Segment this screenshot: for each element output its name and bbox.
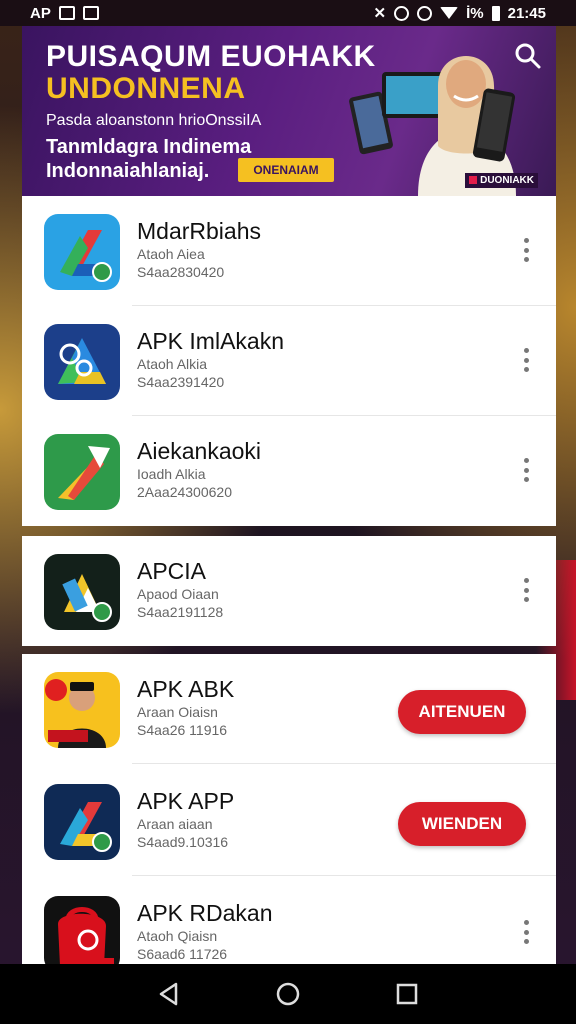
list-item[interactable]: APK APP Araan aiaan S4aad9.10316 WIENDEN — [22, 766, 556, 876]
battery-percent: İ% — [466, 4, 484, 22]
list-item[interactable]: Aiekankaoki Ioadh Alkia 2Aaa24300620 — [22, 416, 556, 526]
app-developer: Araan aiaan — [137, 816, 213, 832]
more-options-icon[interactable] — [520, 578, 532, 602]
navy-drive-icon — [44, 324, 120, 400]
wifi-icon — [440, 7, 459, 19]
app-list-card: MdarRbiahs Ataoh Aiea S4aa2830420 APK Im… — [22, 196, 556, 526]
promo-banner[interactable]: PUISAQUM EUOHAKK UNDONNENA Pasda aloanst… — [22, 26, 556, 196]
search-icon[interactable] — [514, 42, 542, 70]
app-size: S4aa2391420 — [137, 374, 225, 390]
black-drive-icon — [44, 554, 120, 630]
status-left-text: AP — [30, 4, 51, 22]
banner-subtitle: Pasda aloanstonn hrioOnssiIA — [46, 112, 262, 129]
system-nav-bar — [0, 964, 576, 1024]
divider — [132, 875, 556, 876]
app-name: MdarRbiahs — [137, 218, 261, 244]
install-button[interactable]: WIENDEN — [398, 802, 526, 846]
image-notification-icon — [58, 6, 75, 20]
green-drive-icon — [44, 434, 120, 510]
app-list-card: APK ABK Araan Oiaisn S4aa26 11916 AITENU… — [22, 654, 556, 972]
app-name: APK RDakan — [137, 900, 273, 926]
app-size: 2Aaa24300620 — [137, 484, 232, 500]
app-developer: Apaod Oiaan — [137, 586, 219, 602]
app-list-card: APCIA Apaod Oiaan S4aa2191128 — [22, 536, 556, 646]
home-icon[interactable] — [275, 981, 301, 1007]
app-size: S4aa2191128 — [137, 604, 224, 620]
red-bag-icon — [44, 896, 120, 972]
app-developer: Ataoh Alkia — [137, 356, 208, 372]
more-options-icon[interactable] — [520, 238, 532, 262]
list-item[interactable]: APK ImlAkakn Ataoh Alkia S4aa2391420 — [22, 306, 556, 416]
list-item[interactable]: APCIA Apaod Oiaan S4aa2191128 — [22, 536, 556, 646]
person-promo-icon — [44, 672, 120, 748]
battery-icon — [491, 5, 500, 21]
banner-tagline-secondary: Indonnaiahlaniaj. — [46, 160, 210, 182]
app-size: S4aa2830420 — [137, 264, 225, 280]
clock: 21:45 — [507, 4, 546, 22]
app-developer: Ioadh Alkia — [137, 466, 206, 482]
banner-badge-text: DUONIAKK — [480, 175, 534, 186]
app-name: Aiekankaoki — [137, 438, 262, 464]
more-options-icon[interactable] — [520, 920, 532, 944]
darkblue-drive-icon — [44, 784, 120, 860]
more-options-icon[interactable] — [520, 348, 532, 372]
more-options-icon[interactable] — [520, 458, 532, 482]
app-developer: Araan Oiaisn — [137, 704, 218, 720]
app-name: APCIA — [137, 558, 207, 584]
app-notification-icon — [82, 6, 99, 20]
banner-title: PUISAQUM EUOHAKK — [46, 40, 376, 73]
brand-logo-icon — [469, 176, 478, 185]
app-name: APK ABK — [137, 676, 235, 702]
list-item[interactable]: MdarRbiahs Ataoh Aiea S4aa2830420 — [22, 196, 556, 306]
banner-person-with-phones-image — [349, 56, 516, 196]
alarm-icon — [394, 5, 410, 21]
app-developer: Ataoh Aiea — [137, 246, 205, 262]
list-item[interactable]: APK ABK Araan Oiaisn S4aa26 11916 AITENU… — [22, 654, 556, 764]
blue-drive-icon — [44, 214, 120, 290]
app-developer: Ataoh Qiaisn — [137, 928, 218, 944]
mute-icon: ✕ — [373, 5, 387, 22]
app-size: S6aad6 11726 — [137, 946, 228, 962]
back-icon[interactable] — [156, 981, 182, 1007]
divider — [132, 763, 556, 764]
app-size: S4aa26 11916 — [137, 722, 228, 738]
install-button[interactable]: AITENUEN — [398, 690, 526, 734]
recent-apps-icon[interactable] — [394, 981, 420, 1007]
banner-brand-badge: DUONIAKK — [465, 173, 538, 188]
banner-title-secondary: UNDONNENA — [46, 72, 246, 105]
status-bar: AP ✕ İ% 21:45 — [0, 0, 576, 26]
app-size: S4aad9.10316 — [137, 834, 229, 850]
sync-icon — [417, 5, 433, 21]
banner-tagline: Tanmldagra Indinema — [46, 136, 252, 158]
banner-cta-button[interactable]: ONENAIAM — [238, 158, 334, 182]
app-name: APK APP — [137, 788, 235, 814]
app-name: APK ImlAkakn — [137, 328, 284, 354]
